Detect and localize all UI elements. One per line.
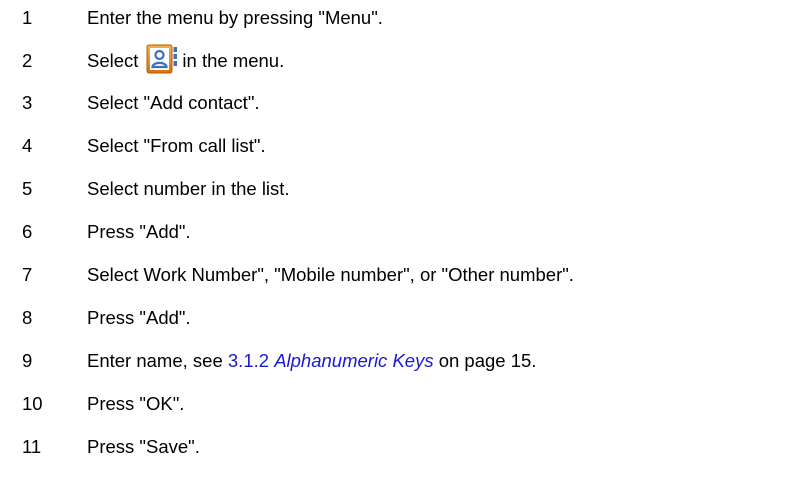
step-text: Select "From call list". — [87, 135, 266, 156]
step-11: 11 Press "Save". — [0, 432, 786, 462]
step-number: 6 — [22, 221, 33, 242]
step-text-after: on page 15. — [438, 350, 537, 371]
step-5: 5 Select number in the list. — [0, 174, 786, 204]
step-number: 8 — [22, 307, 33, 328]
step-number: 5 — [22, 178, 33, 199]
step-number: 4 — [22, 135, 33, 156]
step-7: 7 Select Work Number", "Mobile number", … — [0, 260, 786, 290]
step-number: 11 — [22, 436, 42, 457]
step-1: 1 Enter the menu by pressing "Menu". — [0, 3, 786, 33]
section-link-number[interactable]: 3.1.2 — [228, 350, 269, 371]
step-text: Press "Save". — [87, 436, 200, 457]
section-link-title[interactable]: Alphanumeric Keys — [274, 350, 433, 371]
step-number: 2 — [22, 50, 33, 71]
step-number: 10 — [22, 393, 43, 414]
step-text: Press "OK". — [87, 393, 185, 414]
step-number: 9 — [22, 350, 33, 371]
step-number: 3 — [22, 92, 33, 113]
step-text: Select "Add contact". — [87, 92, 260, 113]
contacts-icon — [146, 44, 178, 74]
step-10: 10 Press "OK". — [0, 389, 786, 419]
step-text-after: in the menu. — [182, 50, 285, 71]
step-4: 4 Select "From call list". — [0, 131, 786, 161]
step-8: 8 Press "Add". — [0, 303, 786, 333]
step-6: 6 Press "Add". — [0, 217, 786, 247]
step-text: Press "Add". — [87, 221, 191, 242]
step-text-before: Enter name, see — [87, 350, 223, 371]
step-text: Enter the menu by pressing "Menu". — [87, 7, 383, 28]
step-text-before: Select — [87, 50, 139, 71]
step-text: Press "Add". — [87, 307, 191, 328]
step-number: 1 — [22, 7, 33, 28]
step-number: 7 — [22, 264, 33, 285]
step-text: Enter name, see 3.1.2 Alphanumeric Keys … — [87, 346, 536, 376]
step-text: Select Work Number", "Mobile number", or… — [87, 264, 574, 285]
step-9: 9 Enter name, see 3.1.2 Alphanumeric Key… — [0, 346, 786, 376]
step-2: 2 Select in the menu. — [0, 44, 786, 76]
step-text: Select number in the list. — [87, 178, 290, 199]
step-3: 3 Select "Add contact". — [0, 88, 786, 118]
step-text: Select in the menu. — [87, 44, 285, 76]
